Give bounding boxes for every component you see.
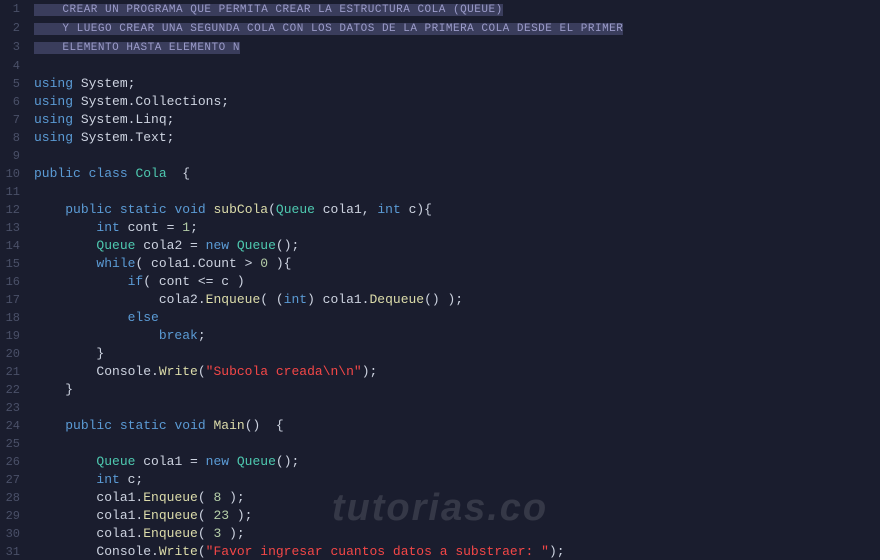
line-num-28: 28 (0, 489, 30, 507)
line-num-31: 31 (0, 543, 30, 560)
line-19: 19 break; (0, 327, 880, 345)
line-num-29: 29 (0, 507, 30, 525)
line-num-5: 5 (0, 75, 30, 93)
line-content-16: if( cont <= c ) (30, 273, 880, 291)
line-num-12: 12 (0, 201, 30, 219)
line-num-6: 6 (0, 93, 30, 111)
line-num-13: 13 (0, 219, 30, 237)
line-content-26: Queue cola1 = new Queue(); (30, 453, 880, 471)
line-17: 17 cola2.Enqueue( (int) cola1.Dequeue() … (0, 291, 880, 309)
line-content-31: Console.Write("Favor ingresar cuantos da… (30, 543, 880, 560)
line-2: 2 Y LUEGO CREAR UNA SEGUNDA COLA CON LOS… (0, 19, 880, 38)
line-1: 1 CREAR UN PROGRAMA QUE PERMITA CREAR LA… (0, 0, 880, 19)
line-num-8: 8 (0, 129, 30, 147)
line-num-25: 25 (0, 435, 30, 453)
line-15: 15 while( cola1.Count > 0 ){ (0, 255, 880, 273)
line-num-15: 15 (0, 255, 30, 273)
line-content-28: cola1.Enqueue( 8 ); (30, 489, 880, 507)
code-editor: 1 CREAR UN PROGRAMA QUE PERMITA CREAR LA… (0, 0, 880, 560)
line-num-14: 14 (0, 237, 30, 255)
line-num-17: 17 (0, 291, 30, 309)
line-num-24: 24 (0, 417, 30, 435)
line-content-17: cola2.Enqueue( (int) cola1.Dequeue() ); (30, 291, 880, 309)
line-num-7: 7 (0, 111, 30, 129)
line-num-9: 9 (0, 147, 30, 165)
line-content-29: cola1.Enqueue( 23 ); (30, 507, 880, 525)
line-content-11 (30, 183, 880, 201)
line-content-24: public static void Main() { (30, 417, 880, 435)
line-14: 14 Queue cola2 = new Queue(); (0, 237, 880, 255)
line-23: 23 (0, 399, 880, 417)
line-num-22: 22 (0, 381, 30, 399)
line-content-25 (30, 435, 880, 453)
line-num-18: 18 (0, 309, 30, 327)
line-num-27: 27 (0, 471, 30, 489)
line-25: 25 (0, 435, 880, 453)
line-content-20: } (30, 345, 880, 363)
line-content-5: using System; (30, 75, 880, 93)
line-content-1: CREAR UN PROGRAMA QUE PERMITA CREAR LA E… (30, 0, 880, 19)
line-31: 31 Console.Write("Favor ingresar cuantos… (0, 543, 880, 560)
line-16: 16 if( cont <= c ) (0, 273, 880, 291)
line-28: 28 cola1.Enqueue( 8 ); (0, 489, 880, 507)
line-num-20: 20 (0, 345, 30, 363)
line-num-2: 2 (0, 19, 30, 37)
line-11: 11 (0, 183, 880, 201)
line-20: 20 } (0, 345, 880, 363)
line-content-6: using System.Collections; (30, 93, 880, 111)
line-13: 13 int cont = 1; (0, 219, 880, 237)
line-10: 10 public class Cola { (0, 165, 880, 183)
line-content-3: ELEMENTO HASTA ELEMENTO N (30, 38, 880, 57)
line-num-10: 10 (0, 165, 30, 183)
line-22: 22 } (0, 381, 880, 399)
line-num-3: 3 (0, 38, 30, 56)
line-21: 21 Console.Write("Subcola creada\n\n"); (0, 363, 880, 381)
line-content-13: int cont = 1; (30, 219, 880, 237)
line-num-21: 21 (0, 363, 30, 381)
line-4: 4 (0, 57, 880, 75)
line-5: 5 using System; (0, 75, 880, 93)
line-num-23: 23 (0, 399, 30, 417)
line-content-18: else (30, 309, 880, 327)
line-content-4 (30, 57, 880, 75)
line-content-2: Y LUEGO CREAR UNA SEGUNDA COLA CON LOS D… (30, 19, 880, 38)
line-num-4: 4 (0, 57, 30, 75)
line-content-7: using System.Linq; (30, 111, 880, 129)
line-12: 12 public static void subCola(Queue cola… (0, 201, 880, 219)
line-8: 8 using System.Text; (0, 129, 880, 147)
line-content-12: public static void subCola(Queue cola1, … (30, 201, 880, 219)
line-27: 27 int c; (0, 471, 880, 489)
line-30: 30 cola1.Enqueue( 3 ); (0, 525, 880, 543)
line-content-10: public class Cola { (30, 165, 880, 183)
line-content-21: Console.Write("Subcola creada\n\n"); (30, 363, 880, 381)
line-content-9 (30, 147, 880, 165)
line-content-19: break; (30, 327, 880, 345)
line-18: 18 else (0, 309, 880, 327)
line-content-8: using System.Text; (30, 129, 880, 147)
line-26: 26 Queue cola1 = new Queue(); (0, 453, 880, 471)
line-6: 6 using System.Collections; (0, 93, 880, 111)
line-24: 24 public static void Main() { (0, 417, 880, 435)
line-content-27: int c; (30, 471, 880, 489)
line-num-16: 16 (0, 273, 30, 291)
line-num-19: 19 (0, 327, 30, 345)
line-9: 9 (0, 147, 880, 165)
line-num-30: 30 (0, 525, 30, 543)
line-3: 3 ELEMENTO HASTA ELEMENTO N (0, 38, 880, 57)
line-7: 7 using System.Linq; (0, 111, 880, 129)
line-content-23 (30, 399, 880, 417)
line-num-1: 1 (0, 0, 30, 18)
line-num-26: 26 (0, 453, 30, 471)
line-content-14: Queue cola2 = new Queue(); (30, 237, 880, 255)
line-num-11: 11 (0, 183, 30, 201)
line-29: 29 cola1.Enqueue( 23 ); (0, 507, 880, 525)
line-content-30: cola1.Enqueue( 3 ); (30, 525, 880, 543)
line-content-22: } (30, 381, 880, 399)
line-content-15: while( cola1.Count > 0 ){ (30, 255, 880, 273)
